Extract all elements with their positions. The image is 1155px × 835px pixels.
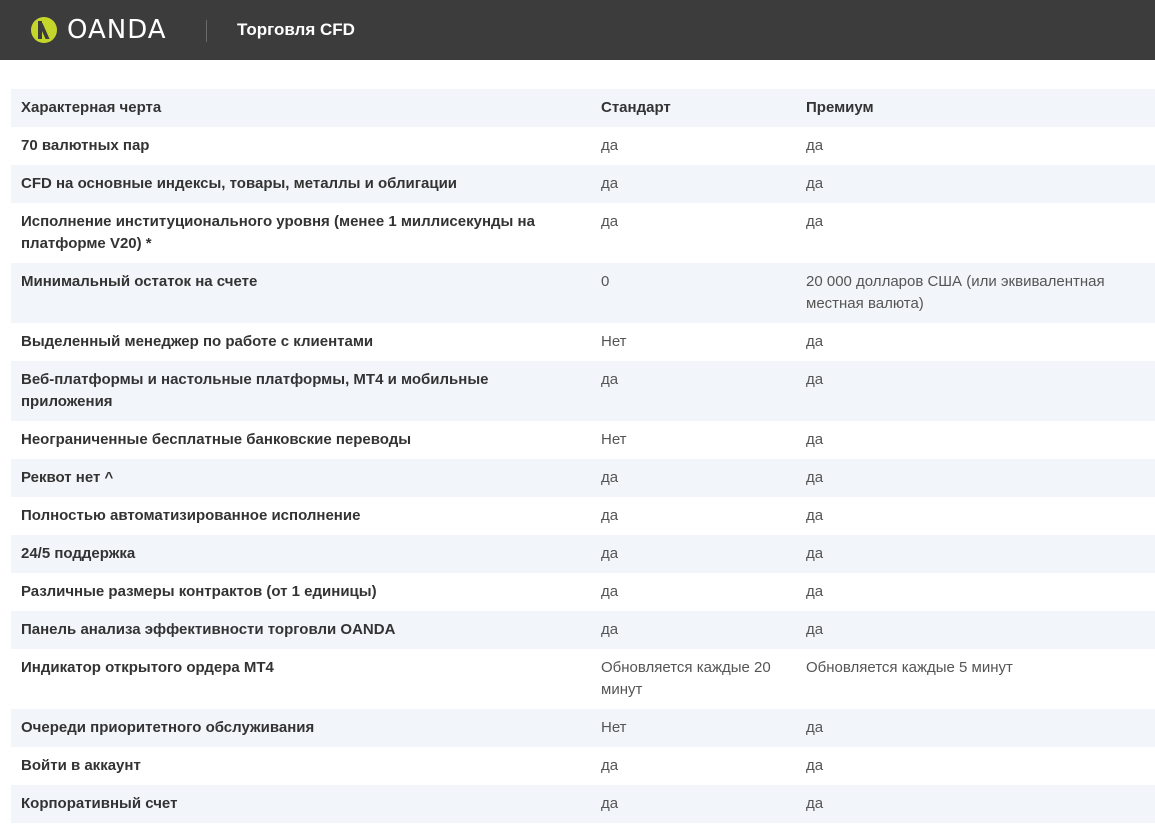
standard-cell: да <box>601 469 619 486</box>
table-row: Корпоративный счет да да <box>11 785 1155 823</box>
premium-cell: да <box>806 431 824 448</box>
feature-cell: CFD на основные индексы, товары, металлы… <box>21 175 458 192</box>
feature-cell: 24/5 поддержка <box>21 545 136 562</box>
feature-cell: Минимальный остаток на счете <box>21 273 258 290</box>
top-bar: OANDA Торговля CFD <box>0 0 1155 60</box>
feature-cell: Неограниченные бесплатные банковские пер… <box>21 431 412 448</box>
premium-cell: да <box>806 621 824 638</box>
table-row: Веб-платформы и настольные платформы, MT… <box>11 361 1155 421</box>
premium-cell: да <box>806 137 824 154</box>
table-row: 70 валютных пар да да <box>11 127 1155 165</box>
feature-cell: 70 валютных пар <box>21 137 150 154</box>
premium-cell: да <box>806 757 824 774</box>
feature-cell: Войти в аккаунт <box>21 757 141 774</box>
standard-cell: Нет <box>601 333 627 350</box>
table-header-row: Характерная черта Стандарт Премиум <box>11 89 1155 127</box>
standard-cell: да <box>601 795 619 812</box>
table-row: Неограниченные бесплатные банковские пер… <box>11 421 1155 459</box>
standard-cell: Нет <box>601 431 627 448</box>
premium-cell: 20 000 долларов США (или эквивалентная м… <box>806 273 1105 312</box>
standard-cell: Нет <box>601 719 627 736</box>
standard-cell: Обновляется каждые 20 минут <box>601 659 771 698</box>
premium-cell: да <box>806 371 824 388</box>
feature-cell: Полностью автоматизированное исполнение <box>21 507 361 524</box>
column-header-standard: Стандарт <box>601 99 671 116</box>
standard-cell: да <box>601 583 619 600</box>
feature-cell: Панель анализа эффективности торговли OA… <box>21 621 396 638</box>
table-row: Войти в аккаунт да да <box>11 747 1155 785</box>
standard-cell: да <box>601 545 619 562</box>
feature-cell: Реквот нет ^ <box>21 469 114 486</box>
table-row: CFD на основные индексы, товары, металлы… <box>11 165 1155 203</box>
table-row: Минимальный остаток на счете 0 20 000 долл… <box>11 263 1155 323</box>
premium-cell: да <box>806 795 824 812</box>
table-row: 24/5 поддержка да да <box>11 535 1155 573</box>
comparison-table-container: Характерная черта Стандарт Премиум 70 ва… <box>11 89 1155 823</box>
table-row: Панель анализа эффективности торговли OA… <box>11 611 1155 649</box>
standard-cell: да <box>601 371 619 388</box>
standard-cell: да <box>601 757 619 774</box>
table-row: Индикатор открытого ордера MT4 Обновляетс… <box>11 649 1155 709</box>
standard-cell: да <box>601 621 619 638</box>
standard-cell: да <box>601 137 619 154</box>
premium-cell: Обновляется каждые 5 минут <box>806 659 1013 676</box>
premium-cell: да <box>806 719 824 736</box>
table-row: Выделенный менеджер по работе с клиентам… <box>11 323 1155 361</box>
logo-text: OANDA <box>67 15 167 45</box>
feature-cell: Исполнение институционального уровня (ме… <box>21 213 535 252</box>
premium-cell: да <box>806 507 824 524</box>
oanda-logo[interactable]: OANDA <box>31 17 167 43</box>
feature-cell: Различные размеры контрактов (от 1 едини… <box>21 583 377 600</box>
premium-cell: да <box>806 469 824 486</box>
feature-cell: Веб-платформы и настольные платформы, MT… <box>21 371 489 410</box>
page-title: Торговля CFD <box>237 20 355 39</box>
column-header-feature: Характерная черта <box>21 99 162 116</box>
standard-cell: да <box>601 507 619 524</box>
table-row: Исполнение институционального уровня (ме… <box>11 203 1155 263</box>
premium-cell: да <box>806 213 824 230</box>
oanda-logo-icon <box>31 17 57 43</box>
table-row: Полностью автоматизированное исполнение д… <box>11 497 1155 535</box>
table-row: Различные размеры контрактов (от 1 едини… <box>11 573 1155 611</box>
premium-cell: да <box>806 545 824 562</box>
standard-cell: да <box>601 213 619 230</box>
feature-cell: Индикатор открытого ордера MT4 <box>21 659 274 676</box>
table-row: Очереди приоритетного обслуживания Нет да <box>11 709 1155 747</box>
column-header-premium: Премиум <box>806 99 874 116</box>
standard-cell: 0 <box>601 273 610 290</box>
feature-cell: Очереди приоритетного обслуживания <box>21 719 315 736</box>
premium-cell: да <box>806 333 824 350</box>
feature-cell: Выделенный менеджер по работе с клиентам… <box>21 333 374 350</box>
premium-cell: да <box>806 175 824 192</box>
standard-cell: да <box>601 175 619 192</box>
comparison-table: Характерная черта Стандарт Премиум 70 ва… <box>11 89 1155 823</box>
feature-cell: Корпоративный счет <box>21 795 178 812</box>
header-divider <box>206 20 207 42</box>
table-row: Реквот нет ^ да да <box>11 459 1155 497</box>
premium-cell: да <box>806 583 824 600</box>
